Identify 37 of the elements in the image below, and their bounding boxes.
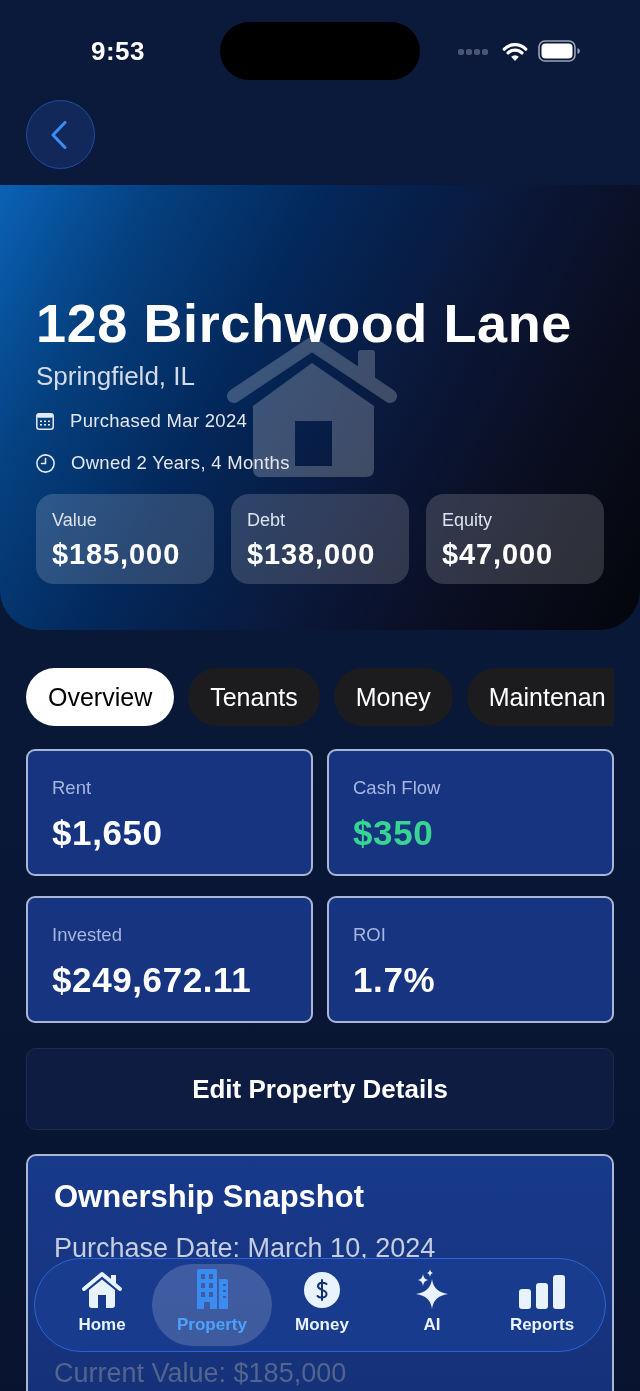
dollar-coin-icon xyxy=(303,1270,341,1309)
calendar-icon xyxy=(36,412,54,430)
signal-icon xyxy=(458,49,488,55)
property-title: 128 Birchwood Lane xyxy=(36,292,573,355)
metric-value: $1,650 xyxy=(52,812,164,854)
metric-label: Invested xyxy=(52,923,123,947)
status-time: 9:53 xyxy=(90,35,145,67)
stat-label: Value xyxy=(52,509,98,531)
building-icon xyxy=(195,1268,229,1309)
metric-value: $350 xyxy=(353,812,435,854)
card-title: Ownership Snapshot xyxy=(54,1178,366,1216)
detail-text: Current Value: $185,000 xyxy=(54,1358,348,1388)
edit-details-button[interactable]: Edit Property Details xyxy=(26,1048,614,1130)
section-tab[interactable]: Overview xyxy=(26,668,175,726)
home-icon xyxy=(81,1270,123,1309)
metric-value: 1.7% xyxy=(353,959,437,1001)
stat-value: $47,000 xyxy=(442,537,555,571)
section-tab[interactable]: Money xyxy=(333,668,453,726)
metric-label: Cash Flow xyxy=(353,776,442,800)
metric-label: Rent xyxy=(52,776,93,800)
section-tab[interactable]: Maintenan xyxy=(466,668,614,726)
wifi-icon xyxy=(502,41,528,61)
stat-label: Equity xyxy=(442,509,494,531)
detail-text: Purchase Date: March 10, 2024 xyxy=(54,1234,437,1262)
stat-value: $138,000 xyxy=(247,537,377,571)
battery-icon xyxy=(538,40,580,62)
metric-value: $249,672.11 xyxy=(52,959,253,1001)
clock-icon xyxy=(36,453,55,473)
stat-label: Debt xyxy=(247,509,287,531)
detail-text: Purchased Mar 2024 xyxy=(70,410,248,432)
metric-label: ROI xyxy=(353,923,387,947)
section-tab[interactable]: Tenants xyxy=(188,668,320,726)
chevron-left-icon xyxy=(50,120,67,149)
bar-chart-icon xyxy=(519,1274,565,1309)
detail-text: Owned 2 Years, 4 Months xyxy=(71,452,290,474)
property-location: Springfield, IL xyxy=(36,361,196,391)
stat-value: $185,000 xyxy=(52,537,182,571)
